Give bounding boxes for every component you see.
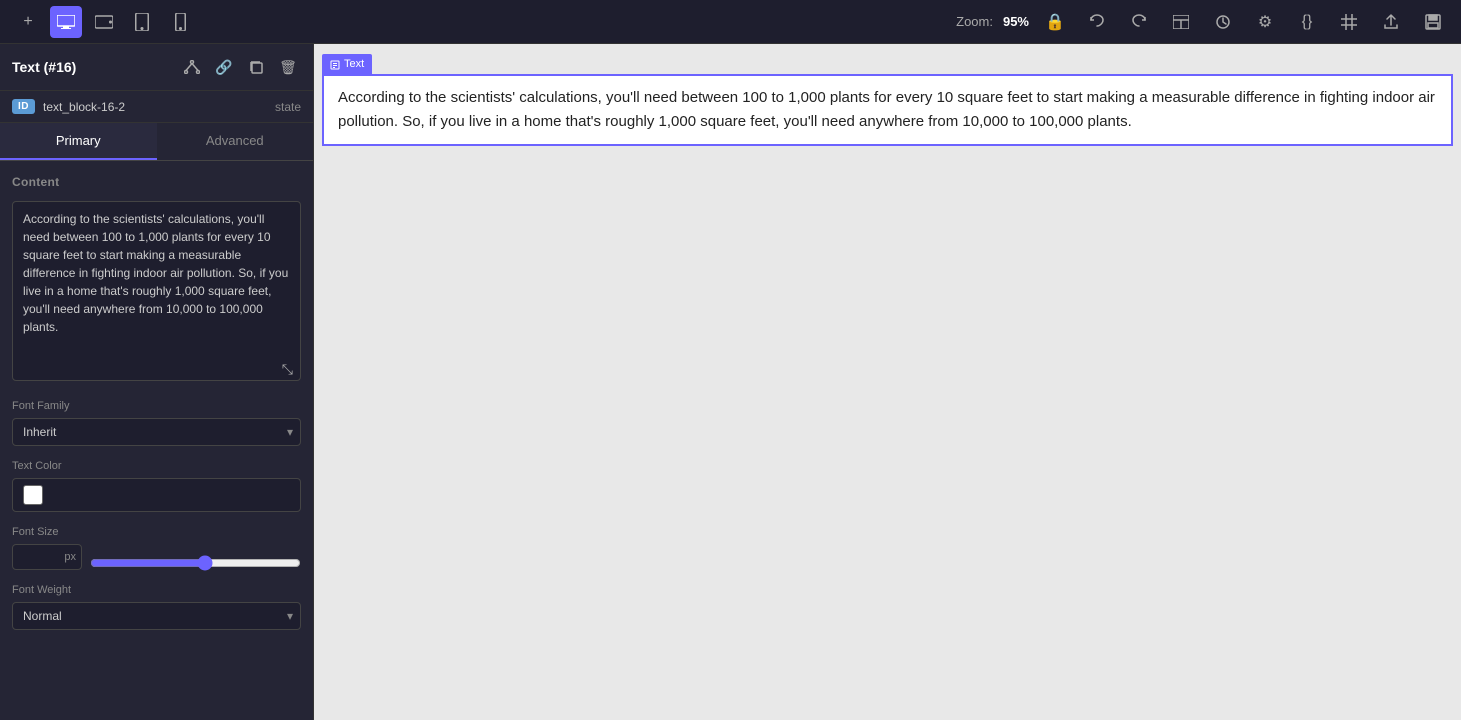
state-label: state: [275, 100, 301, 114]
export-icon[interactable]: [1375, 6, 1407, 38]
tab-advanced[interactable]: Advanced: [157, 123, 314, 160]
content-section: Content According to the scientists' cal…: [12, 175, 301, 386]
font-family-select[interactable]: Inherit Arial Georgia Verdana: [12, 418, 301, 446]
font-weight-select[interactable]: Normal Bold 100 200 300 400 500 600 700 …: [12, 602, 301, 630]
left-panel: Text (#16) 🔗 🗑 ID text_block-16-2 state …: [0, 44, 314, 720]
settings-icon[interactable]: ⚙: [1249, 6, 1281, 38]
tab-primary[interactable]: Primary: [0, 123, 157, 160]
undo-icon[interactable]: [1081, 6, 1113, 38]
layout-icon[interactable]: [1165, 6, 1197, 38]
font-size-input-wrapper: px: [12, 544, 82, 570]
text-block-label: Text: [322, 54, 372, 76]
tablet-portrait-icon[interactable]: [126, 6, 158, 38]
id-row: ID text_block-16-2 state: [0, 91, 313, 123]
link-icon[interactable]: 🔗: [211, 54, 237, 80]
group-icon[interactable]: [179, 54, 205, 80]
canvas-text-content: According to the scientists' calculation…: [338, 89, 1435, 130]
expand-icon[interactable]: ⤡: [282, 361, 293, 378]
duplicate-icon[interactable]: [243, 54, 269, 80]
zoom-value: 95%: [1003, 14, 1029, 29]
toolbar-right: Zoom: 95% 🔒 ⚙ {}: [956, 6, 1449, 38]
canvas-area[interactable]: Text According to the scientists' calcul…: [314, 44, 1461, 720]
text-color-field: Text Color: [12, 460, 301, 512]
font-family-label: Font Family: [12, 400, 301, 412]
desktop-icon[interactable]: [50, 6, 82, 38]
code-icon[interactable]: {}: [1291, 6, 1323, 38]
text-block-tag: Text: [344, 56, 364, 74]
mobile-icon[interactable]: [164, 6, 196, 38]
font-family-select-wrapper: Inherit Arial Georgia Verdana: [12, 418, 301, 446]
top-toolbar: + Zoom: 95% 🔒 ⚙ {}: [0, 0, 1461, 44]
font-weight-label: Font Weight: [12, 584, 301, 596]
toolbar-left: +: [12, 6, 196, 38]
font-weight-field: Font Weight Normal Bold 100 200 300 400 …: [12, 584, 301, 630]
text-color-label: Text Color: [12, 460, 301, 472]
panel-header: Text (#16) 🔗 🗑: [0, 44, 313, 91]
id-badge: ID: [12, 99, 35, 114]
lock-icon[interactable]: 🔒: [1039, 6, 1071, 38]
text-block[interactable]: Text According to the scientists' calcul…: [322, 74, 1453, 146]
font-size-row: px: [12, 544, 301, 570]
text-color-picker[interactable]: [12, 478, 301, 512]
panel-title: Text (#16): [12, 59, 171, 75]
color-swatch: [23, 485, 43, 505]
id-value: text_block-16-2: [43, 100, 267, 114]
redo-icon[interactable]: [1123, 6, 1155, 38]
save-icon[interactable]: [1417, 6, 1449, 38]
main-layout: Text (#16) 🔗 🗑 ID text_block-16-2 state …: [0, 44, 1461, 720]
font-size-slider-wrapper: [90, 555, 301, 559]
font-size-field: Font Size px: [12, 526, 301, 570]
delete-icon[interactable]: 🗑: [275, 54, 301, 80]
zoom-label: Zoom:: [956, 14, 993, 29]
content-textarea[interactable]: According to the scientists' calculation…: [12, 201, 301, 381]
add-icon[interactable]: +: [12, 6, 44, 38]
font-weight-select-wrapper: Normal Bold 100 200 300 400 500 600 700 …: [12, 602, 301, 630]
grid-icon[interactable]: [1333, 6, 1365, 38]
font-size-label: Font Size: [12, 526, 301, 538]
tabs-row: Primary Advanced: [0, 123, 313, 161]
history-icon[interactable]: [1207, 6, 1239, 38]
font-size-slider[interactable]: [90, 555, 301, 571]
content-label: Content: [12, 175, 301, 189]
panel-content: Content According to the scientists' cal…: [0, 161, 313, 720]
tablet-landscape-icon[interactable]: [88, 6, 120, 38]
font-family-field: Font Family Inherit Arial Georgia Verdan…: [12, 400, 301, 446]
textarea-wrapper: According to the scientists' calculation…: [12, 201, 301, 386]
panel-header-icons: 🔗 🗑: [179, 54, 301, 80]
font-size-unit: px: [64, 551, 76, 563]
